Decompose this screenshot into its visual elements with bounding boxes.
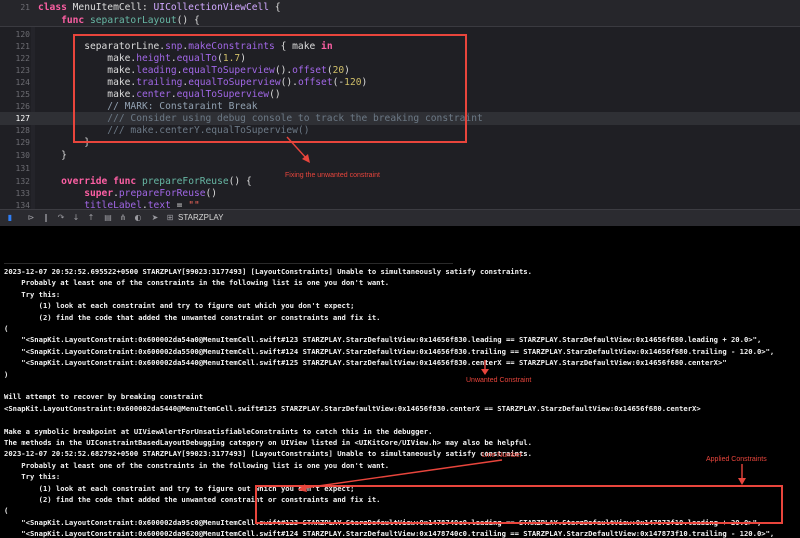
code-editor[interactable]: 21 class MenuItemCell: UICollectionViewCe… bbox=[0, 0, 800, 209]
code-token: = bbox=[170, 200, 189, 209]
applied-constraints-box bbox=[255, 485, 783, 524]
code-line[interactable]: 130 } bbox=[0, 149, 800, 162]
code-text: func separatorLayout() { bbox=[38, 14, 200, 27]
annotation-applied-constraints: Applied Constraints bbox=[706, 456, 767, 463]
console-line: "<SnapKit.LayoutConstraint:0x600002da544… bbox=[4, 358, 727, 368]
line-number[interactable]: 131 bbox=[0, 162, 30, 175]
code-token: prepareForReuse bbox=[118, 188, 206, 199]
pause-icon[interactable]: ‖ bbox=[41, 213, 51, 223]
console-toggle-icon[interactable]: ▮ bbox=[5, 213, 15, 223]
code-token: override func bbox=[61, 176, 142, 187]
code-token: () bbox=[205, 188, 218, 199]
target-name[interactable]: STARZPLAY bbox=[178, 213, 224, 223]
environment-icon[interactable]: ◐ bbox=[133, 213, 143, 223]
annotation-arrow bbox=[286, 136, 310, 163]
console-line: ( bbox=[4, 506, 9, 516]
console-line: Probably at least one of the constraints… bbox=[4, 278, 390, 288]
line-number[interactable]: 129 bbox=[0, 136, 30, 149]
step-over-icon[interactable]: ↷ bbox=[56, 213, 66, 223]
code-token: { bbox=[269, 2, 281, 13]
console-line: (1) look at each constraint and try to f… bbox=[4, 301, 355, 311]
code-token: UICollectionViewCell bbox=[153, 2, 270, 13]
code-token: separatorLayout bbox=[90, 15, 177, 26]
console-line: Try this: bbox=[4, 472, 61, 482]
console-line: (2) find the code that added the unwante… bbox=[4, 312, 381, 322]
code-token: } bbox=[38, 150, 67, 161]
unwanted-arrow bbox=[481, 360, 489, 375]
console-line: "<SnapKit.LayoutConstraint:0x600002da962… bbox=[4, 529, 775, 538]
location-icon[interactable]: ➤ bbox=[150, 213, 160, 223]
memory-graph-icon[interactable]: ⋔ bbox=[118, 213, 128, 223]
console-line: "<SnapKit.LayoutConstraint:0x600002da550… bbox=[4, 346, 775, 356]
code-text: titleLabel.text = "" bbox=[38, 199, 200, 209]
debug-toolbar: ▮ ⊳ ‖ ↷ ↓ ↑ ▤ ⋔ ◐ ➤ ⊞ STARZPLAY bbox=[0, 209, 800, 226]
step-in-icon[interactable]: ↓ bbox=[71, 213, 81, 223]
code-token: func bbox=[61, 15, 90, 26]
code-token: () { bbox=[228, 176, 252, 187]
view-debugger-icon[interactable]: ▤ bbox=[103, 213, 113, 223]
code-line[interactable]: 131 bbox=[0, 162, 800, 175]
annotation-unwanted-constraint: Unwanted Constraint bbox=[466, 377, 532, 384]
code-token: text bbox=[147, 200, 171, 209]
console-line: The methods in the UIConstraintBasedLayo… bbox=[4, 438, 532, 447]
code-line[interactable]: func separatorLayout() { bbox=[0, 14, 800, 27]
console-line: Will attempt to recover by breaking cons… bbox=[4, 392, 204, 402]
breakpoints-icon[interactable]: ⊳ bbox=[26, 213, 36, 223]
code-token: titleLabel bbox=[84, 200, 142, 209]
console-line: "<SnapKit.LayoutConstraint:0x600002da54a… bbox=[4, 335, 762, 345]
debug-console[interactable]: 2023-12-07 20:52:52.695522+0500 STARZPLA… bbox=[0, 226, 800, 538]
code-token: MenuItemCell: bbox=[72, 2, 154, 13]
redacted-area bbox=[4, 226, 453, 264]
annotation-fixing-unwanted: Fixing the unwanted constraint bbox=[285, 172, 380, 179]
console-line: ) bbox=[4, 369, 9, 379]
code-token: super bbox=[84, 188, 114, 199]
console-line: Try this: bbox=[4, 289, 61, 299]
step-out-icon[interactable]: ↑ bbox=[86, 213, 96, 223]
console-line: <SnapKit.LayoutConstraint:0x600002da5440… bbox=[4, 403, 701, 413]
code-token: () { bbox=[176, 15, 200, 26]
code-token: prepareForReuse bbox=[141, 176, 229, 187]
code-line[interactable]: 21 class MenuItemCell: UICollectionViewCe… bbox=[0, 1, 800, 14]
console-line: 2023-12-07 20:52:52.695522+0500 STARZPLA… bbox=[4, 267, 532, 276]
constraint-highlight-box bbox=[73, 34, 467, 143]
console-line: Make a symbolic breakpoint at UIViewAler… bbox=[4, 426, 433, 436]
line-number[interactable]: 21 bbox=[0, 1, 30, 14]
code-token: "" bbox=[188, 200, 200, 209]
target-icon[interactable]: ⊞ bbox=[165, 213, 175, 223]
code-text: class MenuItemCell: UICollectionViewCell… bbox=[38, 1, 281, 14]
applied-arrow bbox=[738, 464, 746, 485]
code-line[interactable]: 134 titleLabel.text = "" bbox=[0, 199, 800, 209]
line-number[interactable]: 130 bbox=[0, 149, 30, 162]
console-line: ( bbox=[4, 324, 9, 333]
code-text: } bbox=[38, 149, 67, 162]
code-token: class bbox=[38, 2, 73, 13]
line-number[interactable]: 134 bbox=[0, 199, 30, 209]
